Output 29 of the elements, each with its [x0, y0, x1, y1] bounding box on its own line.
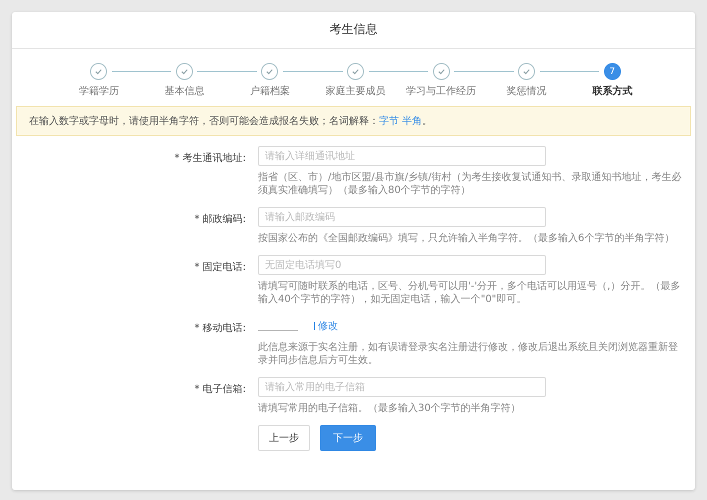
- step-label[interactable]: 户籍档案: [250, 84, 290, 98]
- term-link[interactable]: 半角: [402, 116, 422, 127]
- step-label[interactable]: 家庭主要成员: [326, 84, 386, 98]
- hint-text: 请填写可随时联系的电话，区号、分机号可以用'-'分开，多个电话可以用逗号（,）分开。（最多输入40个字节的字符），如无固定电话，输入一个"0"即可。: [258, 280, 682, 306]
- step-label[interactable]: 联系方式: [592, 84, 632, 98]
- hint-text: 按国家公布的《全国邮政编码》填写，只允许输入半角字符。（最多输入6个字节的半角字符）: [258, 232, 676, 245]
- input-field[interactable]: 无固定电话填写0: [258, 255, 546, 275]
- field-label: * 邮政编码:: [193, 212, 246, 227]
- input-field[interactable]: 请输入常用的电子信箱: [258, 377, 546, 397]
- step-label[interactable]: 基本信息: [164, 84, 204, 98]
- field-label: * 电子信箱:: [193, 382, 246, 397]
- term-link[interactable]: 字节: [379, 116, 399, 127]
- back-button[interactable]: 上一步: [258, 425, 310, 451]
- hint-text: 此信息来源于实名注册，如有误请登录实名注册进行修改，修改后退出系统且关闭浏览器重新登录并同步信息后方可生效。: [258, 341, 679, 367]
- step-number: 7: [604, 63, 621, 80]
- step-label[interactable]: 学籍学历: [78, 84, 119, 98]
- input-field[interactable]: 请输入详细通讯地址: [258, 146, 546, 166]
- field-label: * 移动电话:: [193, 322, 246, 336]
- edit-link[interactable]: 修改: [314, 319, 338, 333]
- step-label[interactable]: 学习与工作经历: [406, 84, 476, 98]
- hint-text: 请填写常用的电子信箱。（最多输入30个字节的半角字符）: [258, 402, 522, 415]
- notice-text: 在输入数字或字母时，请使用半角字符，否则可能会造成报名失败；名词解释：字节 半角。: [16, 106, 691, 136]
- field-label: * 固定电话:: [193, 260, 246, 275]
- step-label[interactable]: 奖惩情况: [506, 84, 547, 98]
- hint-text: 指省（区、市）/地市区盟/县市旗/乡镇/街村（为考生接收复试通知书、录取通知书地址，考生必须真实准确填写）（最多输入80个字节的字符）: [258, 171, 682, 197]
- next-button[interactable]: 下一步: [320, 425, 376, 451]
- field-label: * 考生通讯地址:: [173, 152, 246, 166]
- input-field[interactable]: 请输入邮政编码: [258, 207, 546, 227]
- window-title: 考生信息: [12, 12, 695, 49]
